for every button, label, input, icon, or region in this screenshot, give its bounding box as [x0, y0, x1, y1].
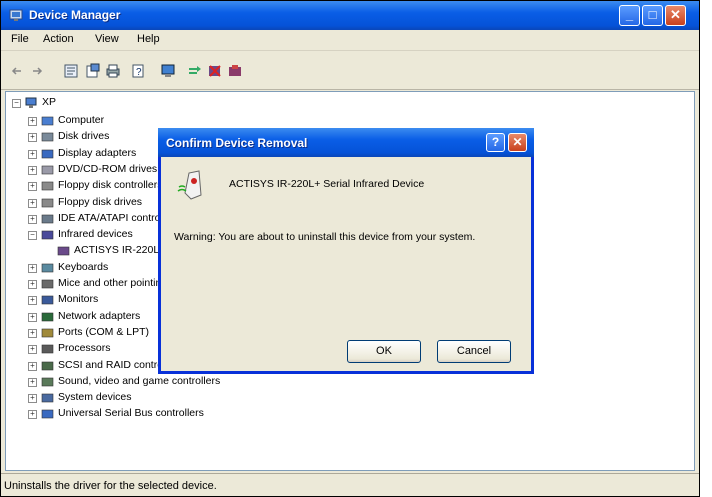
device-category-icon [41, 198, 54, 207]
warning-text: Warning: You are about to uninstall this… [174, 231, 476, 243]
device-category-icon [41, 132, 54, 142]
menu-file[interactable]: File [11, 33, 29, 45]
device-category-icon [41, 165, 54, 175]
device-category-icon [57, 247, 70, 256]
tree-item-label: Sound, video and game controllers [58, 374, 221, 387]
tree-root-label: XP [42, 96, 57, 108]
tree-item-label: Network adapters [58, 309, 141, 322]
status-bar: Uninstalls the driver for the selected d… [1, 473, 699, 496]
expand-icon[interactable]: + [28, 377, 37, 387]
close-button[interactable]: ✕ [665, 5, 686, 26]
menu-bar: File Action View Help [1, 30, 699, 51]
tree-item-label: Infrared devices [58, 228, 133, 241]
device-category-icon [41, 116, 54, 126]
computer-icon [25, 97, 37, 108]
device-manager-icon [9, 9, 23, 21]
device-category-icon [41, 377, 54, 387]
expand-icon[interactable]: + [28, 394, 37, 404]
device-category-icon [41, 149, 54, 158]
device-category-icon [41, 181, 54, 191]
cancel-button[interactable]: Cancel [437, 340, 511, 363]
tree-item-label: Processors [58, 342, 111, 355]
collapse-icon[interactable]: − [28, 231, 37, 241]
expand-icon[interactable]: + [28, 328, 37, 338]
uninstall-icon[interactable] [187, 63, 203, 79]
tree-item-label: System devices [58, 391, 132, 404]
confirm-device-removal-dialog: Confirm Device Removal ? ✕ ACTISYS IR-22… [158, 128, 534, 374]
device-category-icon [41, 410, 54, 419]
expand-icon[interactable]: + [28, 214, 37, 224]
toolbar: ? [1, 51, 699, 90]
collapse-icon[interactable]: − [12, 99, 21, 108]
window-title: Device Manager [29, 8, 121, 22]
tree-item-label: Disk drives [58, 130, 110, 143]
menu-view[interactable]: View [95, 33, 119, 45]
tree-item-label: Computer [58, 114, 105, 126]
device-category-icon [41, 361, 54, 370]
expand-icon[interactable]: + [28, 133, 37, 143]
tree-item-label: Monitors [58, 293, 99, 306]
forward-icon[interactable] [29, 63, 45, 79]
menu-help[interactable]: Help [137, 33, 160, 45]
title-bar[interactable]: Device Manager _ □ ✕ [1, 1, 699, 30]
device-category-icon [41, 295, 54, 305]
expand-icon[interactable]: + [28, 149, 37, 159]
update-driver-icon[interactable] [85, 63, 101, 79]
expand-icon[interactable]: + [28, 296, 37, 306]
maximize-button[interactable]: □ [642, 5, 663, 26]
dialog-help-button[interactable]: ? [486, 133, 505, 152]
dialog-title: Confirm Device Removal [166, 136, 308, 150]
scan-hardware-icon[interactable] [161, 63, 177, 79]
expand-icon[interactable]: + [28, 117, 37, 126]
tree-item-label: Floppy disk controllers [58, 179, 163, 192]
device-category-icon [41, 279, 54, 289]
expand-icon[interactable]: + [28, 280, 37, 289]
svg-text:?: ? [136, 67, 142, 78]
expand-icon[interactable]: + [28, 182, 37, 192]
print-icon[interactable] [105, 63, 121, 79]
properties-icon[interactable] [63, 63, 79, 79]
device-name: ACTISYS IR-220L+ Serial Infrared Device [229, 178, 425, 190]
expand-icon[interactable]: + [28, 345, 37, 355]
help-icon[interactable]: ? [131, 63, 147, 79]
remove-icon[interactable] [227, 63, 243, 79]
infrared-device-icon [177, 170, 202, 200]
menu-action[interactable]: Action [43, 33, 74, 45]
dialog-close-button[interactable]: ✕ [508, 133, 527, 152]
device-category-icon [41, 312, 54, 321]
tree-item-label: DVD/CD-ROM drives [58, 162, 158, 175]
expand-icon[interactable]: + [28, 263, 37, 273]
minimize-button[interactable]: _ [619, 5, 640, 26]
tree-item-label: Floppy disk drives [58, 195, 143, 208]
device-category-icon [41, 393, 54, 403]
expand-icon[interactable]: + [28, 410, 37, 420]
device-category-icon [41, 214, 54, 224]
device-category-icon [41, 263, 54, 272]
ok-button[interactable]: OK [347, 340, 421, 363]
tree-item-label: Universal Serial Bus controllers [58, 407, 204, 420]
device-category-icon [41, 230, 54, 240]
expand-icon[interactable]: + [28, 165, 37, 175]
dialog-title-bar[interactable]: Confirm Device Removal ? ✕ [158, 128, 534, 157]
back-icon[interactable] [9, 63, 25, 79]
expand-icon[interactable]: + [28, 312, 37, 322]
disable-icon[interactable] [207, 63, 223, 79]
tree-item-label: Keyboards [58, 260, 109, 273]
expand-icon[interactable]: + [28, 361, 37, 371]
status-text: Uninstalls the driver for the selected d… [4, 480, 217, 492]
device-category-icon [41, 344, 54, 354]
device-category-icon [41, 328, 54, 338]
tree-item-label: Display adapters [58, 146, 137, 159]
tree-item-label: Ports (COM & LPT) [58, 325, 150, 338]
expand-icon[interactable]: + [28, 198, 37, 208]
